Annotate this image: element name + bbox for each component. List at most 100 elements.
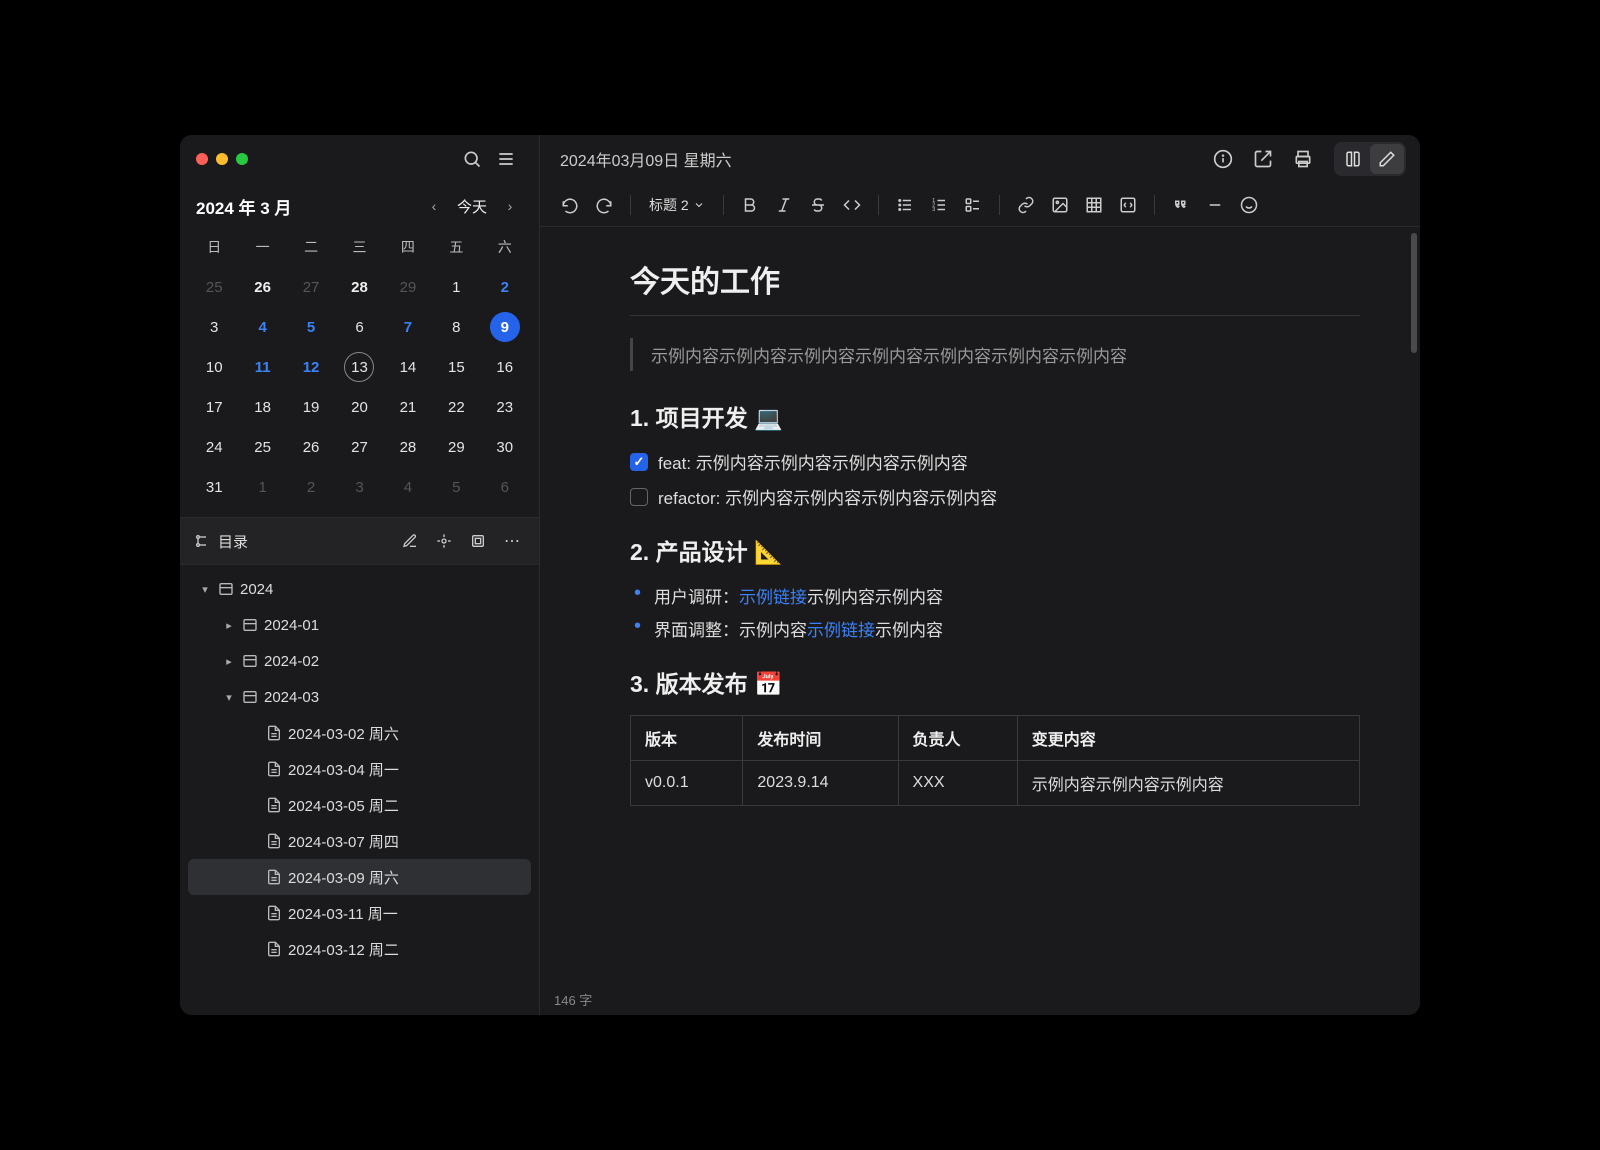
tree-file[interactable]: 2024-03-09 周六 [188, 859, 531, 895]
maximize-window-button[interactable] [236, 153, 248, 165]
emoji-button[interactable] [1233, 189, 1265, 221]
heading-select[interactable]: 标题 2 [641, 189, 713, 221]
editor-content[interactable]: 今天的工作 示例内容示例内容示例内容示例内容示例内容示例内容示例内容 1. 项目… [540, 227, 1420, 1015]
calendar-next-button[interactable]: › [497, 193, 523, 219]
tree-file[interactable]: 2024-03-11 周一 [188, 895, 531, 931]
strikethrough-button[interactable] [802, 189, 834, 221]
tree-folder[interactable]: ▸2024-02 [188, 643, 531, 679]
calendar-grid: 日一二三四五六 25262728291234567891011121314151… [180, 227, 539, 517]
calendar-day[interactable]: 17 [190, 387, 238, 427]
tree-file[interactable]: 2024-03-07 周四 [188, 823, 531, 859]
locate-button[interactable] [431, 528, 457, 554]
calendar-day[interactable]: 26 [287, 427, 335, 467]
calendar-day[interactable]: 20 [335, 387, 383, 427]
share-icon[interactable] [1246, 142, 1280, 176]
calendar-day[interactable]: 28 [384, 427, 432, 467]
calendar-day[interactable]: 5 [432, 467, 480, 507]
calendar-day[interactable]: 13 [335, 347, 383, 387]
calendar-day[interactable]: 8 [432, 307, 480, 347]
calendar-day[interactable]: 14 [384, 347, 432, 387]
calendar-day[interactable]: 25 [190, 267, 238, 307]
search-icon[interactable] [455, 142, 489, 176]
calendar-day[interactable]: 2 [287, 467, 335, 507]
calendar-day[interactable]: 7 [384, 307, 432, 347]
tree-file[interactable]: 2024-03-02 周六 [188, 715, 531, 751]
calendar-day[interactable]: 21 [384, 387, 432, 427]
new-note-button[interactable] [397, 528, 423, 554]
calendar-day[interactable]: 30 [481, 427, 529, 467]
info-icon[interactable] [1206, 142, 1240, 176]
quote-button[interactable] [1165, 189, 1197, 221]
calendar-day[interactable]: 29 [384, 267, 432, 307]
print-icon[interactable] [1286, 142, 1320, 176]
calendar-day[interactable]: 9 [481, 307, 529, 347]
content-link[interactable]: 示例链接 [739, 588, 807, 607]
redo-button[interactable] [588, 189, 620, 221]
bullet-list-button[interactable] [889, 189, 921, 221]
image-button[interactable] [1044, 189, 1076, 221]
calendar-day[interactable]: 19 [287, 387, 335, 427]
scrollbar[interactable] [1411, 233, 1417, 353]
divider-button[interactable] [1199, 189, 1231, 221]
calendar-day[interactable]: 27 [335, 427, 383, 467]
read-mode-button[interactable] [1336, 144, 1370, 174]
table-button[interactable] [1078, 189, 1110, 221]
calendar-day[interactable]: 31 [190, 467, 238, 507]
calendar-day[interactable]: 1 [432, 267, 480, 307]
calendar-day[interactable]: 11 [238, 347, 286, 387]
calendar-today-button[interactable]: 今天 [453, 196, 491, 217]
calendar-day[interactable]: 23 [481, 387, 529, 427]
calendar-day[interactable]: 26 [238, 267, 286, 307]
calendar-day[interactable]: 6 [335, 307, 383, 347]
calendar-day[interactable]: 24 [190, 427, 238, 467]
more-button[interactable]: ⋯ [499, 528, 525, 554]
calendar-day[interactable]: 22 [432, 387, 480, 427]
calendar-day[interactable]: 5 [287, 307, 335, 347]
code-button[interactable] [836, 189, 868, 221]
task-item: refactor: 示例内容示例内容示例内容示例内容 [630, 484, 1360, 509]
tree-file[interactable]: 2024-03-04 周一 [188, 751, 531, 787]
menu-icon[interactable] [489, 142, 523, 176]
calendar-dow: 五 [432, 231, 480, 267]
calendar-day[interactable]: 2 [481, 267, 529, 307]
tree-folder[interactable]: ▾2024-03 [188, 679, 531, 715]
calendar-day[interactable]: 29 [432, 427, 480, 467]
italic-button[interactable] [768, 189, 800, 221]
calendar-day[interactable]: 3 [335, 467, 383, 507]
minimize-window-button[interactable] [216, 153, 228, 165]
calendar-day[interactable]: 28 [335, 267, 383, 307]
calendar-day[interactable]: 16 [481, 347, 529, 387]
link-button[interactable] [1010, 189, 1042, 221]
task-checkbox[interactable] [630, 488, 648, 506]
calendar-day[interactable]: 4 [384, 467, 432, 507]
task-checkbox[interactable] [630, 453, 648, 471]
blockquote: 示例内容示例内容示例内容示例内容示例内容示例内容示例内容 [630, 338, 1360, 371]
calendar-day[interactable]: 18 [238, 387, 286, 427]
close-window-button[interactable] [196, 153, 208, 165]
table-cell: 示例内容示例内容示例内容 [1017, 761, 1359, 806]
calendar-prev-button[interactable]: ‹ [421, 193, 447, 219]
calendar-day[interactable]: 25 [238, 427, 286, 467]
calendar-day[interactable]: 4 [238, 307, 286, 347]
calendar-day[interactable]: 12 [287, 347, 335, 387]
calendar-dow: 一 [238, 231, 286, 267]
calendar-day[interactable]: 6 [481, 467, 529, 507]
content-link[interactable]: 示例链接 [807, 621, 875, 640]
calendar-day[interactable]: 27 [287, 267, 335, 307]
edit-mode-button[interactable] [1370, 144, 1404, 174]
undo-button[interactable] [554, 189, 586, 221]
tree-file[interactable]: 2024-03-05 周二 [188, 787, 531, 823]
calendar-day[interactable]: 10 [190, 347, 238, 387]
calendar-day[interactable]: 3 [190, 307, 238, 347]
calendar-day[interactable]: 1 [238, 467, 286, 507]
calendar-day[interactable]: 15 [432, 347, 480, 387]
ordered-list-button[interactable]: 123 [923, 189, 955, 221]
tree-folder[interactable]: ▾2024 [188, 571, 531, 607]
tree-file[interactable]: 2024-03-12 周二 [188, 931, 531, 967]
tree-folder[interactable]: ▸2024-01 [188, 607, 531, 643]
collapse-button[interactable] [465, 528, 491, 554]
task-list-button[interactable] [957, 189, 989, 221]
main-area: 2024年03月09日 星期六 标题 2 123 [540, 135, 1420, 1015]
codeblock-button[interactable] [1112, 189, 1144, 221]
bold-button[interactable] [734, 189, 766, 221]
